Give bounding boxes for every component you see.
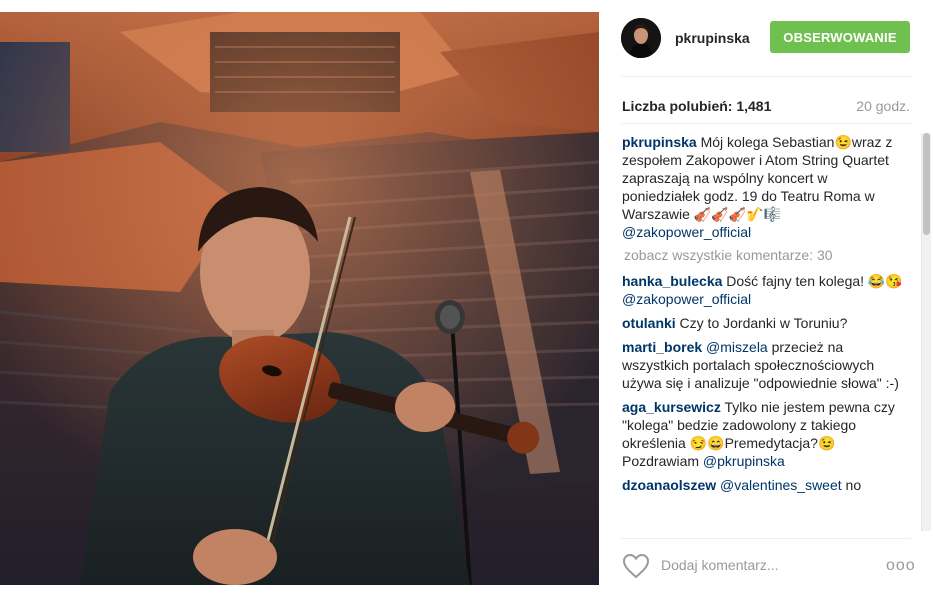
comment-item: marti_borek @miszela przecież na wszystk…	[622, 338, 922, 392]
caption: pkrupinska Mój kolega Sebastian😉wraz z z…	[622, 133, 922, 241]
comment-mention[interactable]: @pkrupinska	[703, 453, 785, 469]
comment-username[interactable]: dzoanaolszew	[622, 477, 716, 493]
follow-button[interactable]: OBSERWOWANIE	[770, 21, 910, 53]
caption-username[interactable]: pkrupinska	[622, 134, 697, 150]
comment-text: Dość fajny ten kolega! 😂😘	[722, 273, 903, 289]
heart-icon[interactable]	[622, 553, 650, 579]
comment-username[interactable]: hanka_bulecka	[622, 273, 722, 289]
comment-username[interactable]: otulanki	[622, 315, 676, 331]
comment-mention[interactable]: @miszela	[706, 339, 768, 355]
comments-scrollbar[interactable]	[921, 133, 931, 531]
comment-item: hanka_bulecka Dość fajny ten kolega! 😂😘 …	[622, 272, 922, 308]
comment-text-after: no	[841, 477, 862, 493]
more-options-icon[interactable]: ooo	[886, 557, 916, 575]
add-comment-input[interactable]: Dodaj komentarz...	[661, 557, 841, 573]
comment-item: aga_kursewicz Tylko nie jestem pewna czy…	[622, 398, 922, 470]
post-sidebar: pkrupinska OBSERWOWANIE Liczba polubień:…	[599, 0, 933, 597]
post-header: pkrupinska OBSERWOWANIE	[599, 0, 933, 76]
likes-count[interactable]: Liczba polubień: 1,481	[622, 98, 771, 114]
header-divider	[621, 76, 911, 77]
footer-divider	[621, 538, 911, 539]
comment-item: otulanki Czy to Jordanki w Toruniu?	[622, 314, 922, 332]
comment-mention[interactable]: @valentines_sweet	[720, 477, 842, 493]
scrollbar-thumb[interactable]	[923, 133, 930, 235]
post-image	[0, 12, 599, 585]
likes-divider	[621, 123, 911, 124]
post-photo[interactable]	[0, 12, 599, 585]
header-username-link[interactable]: pkrupinska	[675, 30, 750, 46]
caption-mention[interactable]: @zakopower_official	[622, 224, 751, 240]
comment-username[interactable]: aga_kursewicz	[622, 399, 721, 415]
comments-list[interactable]: pkrupinska Mój kolega Sebastian😉wraz z z…	[622, 133, 922, 531]
instagram-post: pkrupinska OBSERWOWANIE Liczba polubień:…	[0, 0, 933, 597]
avatar[interactable]	[621, 18, 661, 58]
comment-item: dzoanaolszew @valentines_sweet no	[622, 476, 922, 494]
comment-mention[interactable]: @zakopower_official	[622, 291, 751, 307]
avatar-image	[621, 18, 661, 58]
comment-username[interactable]: marti_borek	[622, 339, 702, 355]
post-timestamp[interactable]: 20 godz.	[856, 98, 910, 114]
comment-text: Czy to Jordanki w Toruniu?	[675, 315, 848, 331]
view-all-comments-link[interactable]: zobacz wszystkie komentarze: 30	[624, 247, 922, 263]
